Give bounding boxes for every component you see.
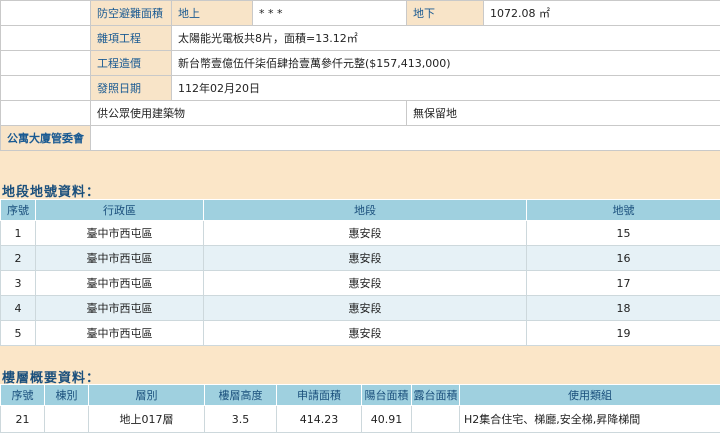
column-header: 申請面積	[277, 385, 362, 406]
district-cell: 臺中市西屯區	[36, 271, 204, 296]
table-row: 4 臺中市西屯區 惠安段 18	[1, 296, 720, 321]
column-header: 序號	[1, 385, 45, 406]
above-ground-value: * * *	[253, 1, 407, 26]
column-header: 棟別	[45, 385, 89, 406]
column-header: 樓層高度	[205, 385, 277, 406]
issue-date-label: 發照日期	[91, 76, 172, 101]
applied-area-cell: 414.23	[277, 406, 362, 433]
section-cell: 惠安段	[204, 221, 527, 246]
district-cell: 臺中市西屯區	[36, 221, 204, 246]
reserve-value: 無保留地	[407, 101, 720, 126]
building-info-table: 防空避難面積 地上 * * * 地下 1072.08 ㎡ 雜項工程 太陽能光電板…	[0, 0, 720, 151]
column-header: 露台面積	[412, 385, 460, 406]
shelter-label: 防空避難面積	[91, 1, 172, 26]
column-header: 地段	[204, 200, 527, 221]
table-row: 2 臺中市西屯區 惠安段 16	[1, 246, 720, 271]
blank-cell	[1, 101, 91, 126]
above-ground-label: 地上	[172, 1, 253, 26]
table-row: 3 臺中市西屯區 惠安段 17	[1, 271, 720, 296]
section-cell: 惠安段	[204, 296, 527, 321]
issue-date-row: 發照日期 112年02月20日	[1, 76, 720, 101]
table-row: 5 臺中市西屯區 惠安段 19	[1, 321, 720, 346]
column-header: 使用類組	[460, 385, 720, 406]
floor-table: 序號 棟別 層別 樓層高度 申請面積 陽台面積 露台面積 使用類組 21 地上0…	[0, 384, 720, 433]
seq-cell: 21	[1, 406, 45, 433]
column-header: 陽台面積	[362, 385, 412, 406]
balcony-area-cell: 40.91	[362, 406, 412, 433]
section-cell: 惠安段	[204, 321, 527, 346]
section-cell: 惠安段	[204, 246, 527, 271]
blank-cell	[1, 76, 91, 101]
floor-header-row: 序號 棟別 層別 樓層高度 申請面積 陽台面積 露台面積 使用類組	[1, 385, 720, 406]
below-ground-label: 地下	[407, 1, 484, 26]
misc-value: 太陽能光電板共8片，面積=13.12㎡	[172, 26, 720, 51]
section-cell: 惠安段	[204, 271, 527, 296]
public-use-value: 供公眾使用建築物	[91, 101, 407, 126]
seq-cell: 5	[1, 321, 36, 346]
column-header: 行政區	[36, 200, 204, 221]
seq-cell: 1	[1, 221, 36, 246]
blank-cell	[1, 51, 91, 76]
land-section-title: 地段地號資料：	[2, 181, 100, 200]
building-cell	[45, 406, 89, 433]
floor-level-cell: 地上017層	[89, 406, 205, 433]
blank-cell	[1, 1, 91, 26]
shelter-row: 防空避難面積 地上 * * * 地下 1072.08 ㎡	[1, 1, 720, 26]
misc-row: 雜項工程 太陽能光電板共8片，面積=13.12㎡	[1, 26, 720, 51]
seq-cell: 3	[1, 271, 36, 296]
terrace-area-cell	[412, 406, 460, 433]
floor-height-cell: 3.5	[205, 406, 277, 433]
usage-class-cell: H2集合住宅、梯廳,安全梯,昇降梯間	[460, 406, 720, 433]
district-cell: 臺中市西屯區	[36, 296, 204, 321]
committee-row: 公寓大廈管委會	[1, 126, 720, 151]
seq-cell: 2	[1, 246, 36, 271]
misc-label: 雜項工程	[91, 26, 172, 51]
lot-number-cell: 16	[527, 246, 720, 271]
column-header: 地號	[527, 200, 720, 221]
committee-value	[91, 126, 720, 151]
cost-label: 工程造價	[91, 51, 172, 76]
lot-number-cell: 18	[527, 296, 720, 321]
cost-value: 新台幣壹億伍仟柒佰肆拾壹萬參仟元整($157,413,000)	[172, 51, 720, 76]
below-ground-value: 1072.08 ㎡	[484, 1, 720, 26]
usage-row: 供公眾使用建築物 無保留地	[1, 101, 720, 126]
district-cell: 臺中市西屯區	[36, 246, 204, 271]
column-header: 序號	[1, 200, 36, 221]
lot-number-cell: 17	[527, 271, 720, 296]
issue-date-value: 112年02月20日	[172, 76, 720, 101]
land-table: 序號 行政區 地段 地號 1 臺中市西屯區 惠安段 15 2 臺中市西屯區 惠安…	[0, 199, 720, 346]
seq-cell: 4	[1, 296, 36, 321]
lot-number-cell: 19	[527, 321, 720, 346]
land-header-row: 序號 行政區 地段 地號	[1, 200, 720, 221]
blank-cell	[1, 26, 91, 51]
cost-row: 工程造價 新台幣壹億伍仟柒佰肆拾壹萬參仟元整($157,413,000)	[1, 51, 720, 76]
district-cell: 臺中市西屯區	[36, 321, 204, 346]
column-header: 層別	[89, 385, 205, 406]
table-row: 1 臺中市西屯區 惠安段 15	[1, 221, 720, 246]
table-row: 21 地上017層 3.5 414.23 40.91 H2集合住宅、梯廳,安全梯…	[1, 406, 720, 433]
lot-number-cell: 15	[527, 221, 720, 246]
committee-label: 公寓大廈管委會	[1, 126, 91, 151]
